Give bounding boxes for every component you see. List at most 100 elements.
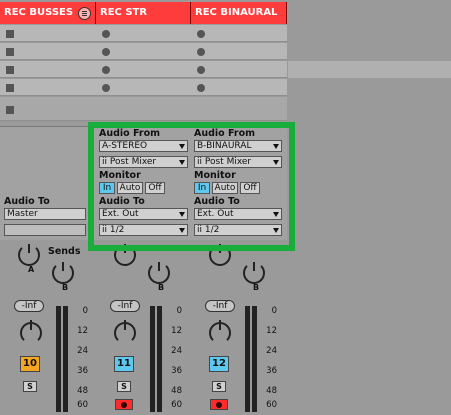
clip-stop-row[interactable] <box>96 97 191 121</box>
record-slot-icon[interactable] <box>197 66 205 74</box>
track-activator[interactable]: 10 <box>20 356 40 372</box>
record-slot-icon[interactable] <box>102 66 110 74</box>
clip-slot[interactable] <box>0 25 96 42</box>
meter-tick: 48 <box>77 386 88 396</box>
audio-to-select[interactable]: Master <box>4 208 86 220</box>
pan-knob[interactable] <box>209 320 231 344</box>
audio-to-channel-select[interactable]: ii 1/2 <box>99 224 188 236</box>
clip-slot[interactable] <box>0 61 96 78</box>
record-slot-icon[interactable] <box>197 84 205 92</box>
audio-to-channel-select[interactable]: ii 1/2 <box>194 224 282 236</box>
chevron-down-icon <box>179 228 185 233</box>
track-activator[interactable]: 12 <box>209 356 229 372</box>
send-b-knob[interactable] <box>243 262 265 284</box>
monitor-in-button[interactable]: In <box>99 182 115 194</box>
audio-to-label: Audio To <box>99 196 145 207</box>
meter-tick: 0 <box>271 306 277 316</box>
audio-from-select[interactable]: A-STEREO <box>99 140 188 152</box>
track-name: REC BINAURAL <box>195 7 278 18</box>
meter-tick: 24 <box>266 346 277 356</box>
clip-slot[interactable] <box>96 61 191 78</box>
input-tap-select[interactable]: ii Post Mixer <box>99 156 188 168</box>
clip-stop-row[interactable] <box>191 97 287 121</box>
meter-tick: 0 <box>82 306 88 316</box>
stop-icon[interactable] <box>6 66 14 74</box>
send-b-label: B <box>253 283 260 292</box>
solo-button[interactable]: S <box>117 381 131 392</box>
pan-knob[interactable] <box>20 320 42 344</box>
monitor-off-button[interactable]: Off <box>145 182 165 194</box>
send-a-knob[interactable] <box>209 244 231 266</box>
solo-button[interactable]: S <box>23 381 37 392</box>
chevron-down-icon <box>273 160 279 165</box>
track-header[interactable]: REC BINAURAL <box>191 2 287 24</box>
meter-tick: 60 <box>266 400 277 410</box>
meter-tick: 12 <box>77 326 88 336</box>
solo-button[interactable]: S <box>212 381 226 392</box>
clip-slot[interactable] <box>191 25 287 42</box>
clip-slot[interactable] <box>96 25 191 42</box>
clip-stop-row[interactable] <box>0 97 96 121</box>
pan-knob[interactable] <box>114 320 136 344</box>
meter-tick: 48 <box>266 386 277 396</box>
record-slot-icon[interactable] <box>197 30 205 38</box>
record-slot-icon[interactable] <box>102 48 110 56</box>
stop-icon[interactable] <box>6 106 14 114</box>
meter-tick: 24 <box>171 346 182 356</box>
stop-icon[interactable] <box>6 48 14 56</box>
send-b-label: B <box>62 283 69 292</box>
record-slot-icon[interactable] <box>197 48 205 56</box>
monitor-label: Monitor <box>194 170 236 181</box>
meter-tick: 60 <box>171 400 182 410</box>
track-rec-binaural: REC BINAURAL Audio From B-BINAURAL ii Po… <box>191 0 287 415</box>
track-header[interactable]: REC STR <box>96 2 191 24</box>
meter-tick: 24 <box>77 346 88 356</box>
chevron-down-icon <box>179 160 185 165</box>
monitor-auto-button[interactable]: Auto <box>117 182 143 194</box>
track-rec-busses: REC BUSSES Audio To Master A B Sends -In… <box>0 0 96 415</box>
monitor-auto-button[interactable]: Auto <box>212 182 238 194</box>
input-tap-select[interactable]: ii Post Mixer <box>194 156 282 168</box>
audio-to-select[interactable]: Ext. Out <box>194 208 282 220</box>
volume-readout[interactable]: -Inf <box>14 300 44 312</box>
arm-button[interactable] <box>115 399 133 410</box>
level-meter <box>157 306 162 412</box>
level-meter <box>63 306 68 412</box>
chevron-down-icon <box>273 228 279 233</box>
record-slot-icon[interactable] <box>102 30 110 38</box>
audio-to-select[interactable]: Ext. Out <box>99 208 188 220</box>
clip-slot[interactable] <box>191 79 287 96</box>
send-a-knob[interactable] <box>18 244 40 266</box>
clip-slot[interactable] <box>0 43 96 60</box>
volume-readout[interactable]: -Inf <box>110 300 140 312</box>
clip-slot[interactable] <box>96 79 191 96</box>
clip-slot[interactable] <box>96 43 191 60</box>
track-header[interactable]: REC BUSSES <box>0 2 96 24</box>
chevron-down-icon <box>179 212 185 217</box>
monitor-label: Monitor <box>99 170 141 181</box>
clip-slot[interactable] <box>191 43 287 60</box>
clip-slot[interactable] <box>191 61 287 78</box>
chevron-down-icon <box>273 144 279 149</box>
audio-from-select[interactable]: B-BINAURAL <box>194 140 282 152</box>
audio-to-label: Audio To <box>194 196 240 207</box>
stop-icon[interactable] <box>6 30 14 38</box>
arm-button[interactable] <box>210 399 228 410</box>
track-name: REC STR <box>100 7 148 18</box>
meter-tick: 60 <box>77 400 88 410</box>
send-b-knob[interactable] <box>148 262 170 284</box>
send-a-knob[interactable] <box>114 244 136 266</box>
monitor-off-button[interactable]: Off <box>240 182 260 194</box>
volume-readout[interactable]: -Inf <box>205 300 235 312</box>
chevron-down-icon <box>273 212 279 217</box>
group-fold-icon[interactable] <box>78 7 91 20</box>
send-b-knob[interactable] <box>52 262 74 284</box>
clip-slot[interactable] <box>0 79 96 96</box>
send-b-label: B <box>158 283 165 292</box>
monitor-in-button[interactable]: In <box>194 182 210 194</box>
audio-to-channel-select[interactable] <box>4 224 86 236</box>
stop-icon[interactable] <box>6 84 14 92</box>
track-activator[interactable]: 11 <box>114 356 134 372</box>
level-meter <box>56 306 61 412</box>
record-slot-icon[interactable] <box>102 84 110 92</box>
